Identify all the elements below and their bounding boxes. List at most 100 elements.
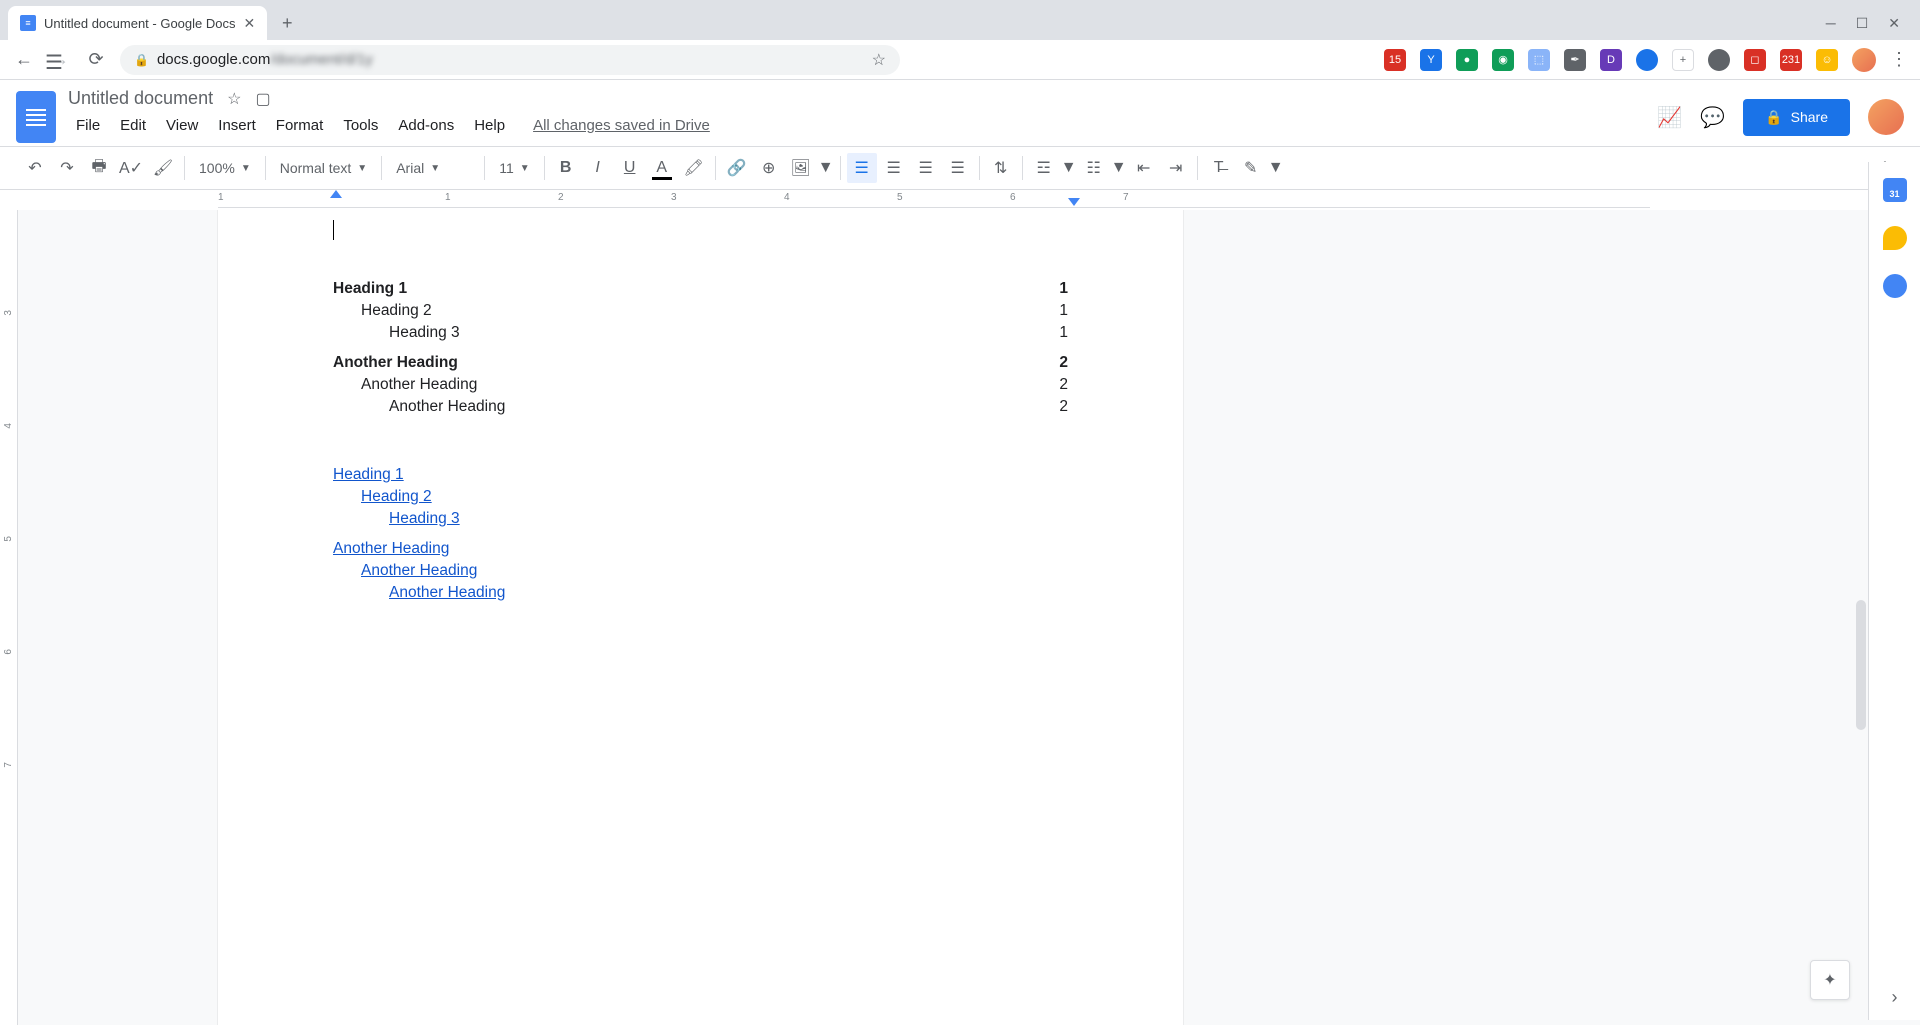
- menu-tools[interactable]: Tools: [335, 113, 386, 138]
- toc-link[interactable]: Heading 1: [333, 466, 1068, 484]
- align-center-button[interactable]: ☰: [879, 153, 909, 183]
- editing-mode-dropdown[interactable]: ▼: [1268, 153, 1284, 183]
- align-left-button[interactable]: ☰: [847, 153, 877, 183]
- toc-entry[interactable]: Another Heading2: [333, 376, 1068, 394]
- decrease-indent-button[interactable]: ⇤: [1129, 153, 1159, 183]
- clear-formatting-button[interactable]: T̶: [1204, 153, 1234, 183]
- close-tab-icon[interactable]: ✕: [243, 15, 255, 32]
- menu-format[interactable]: Format: [268, 113, 332, 138]
- redo-button[interactable]: ↷: [52, 153, 82, 183]
- menu-addons[interactable]: Add-ons: [390, 113, 462, 138]
- font-size-select[interactable]: 11▼: [491, 160, 537, 176]
- browser-menu-icon[interactable]: ⋮: [1890, 49, 1908, 70]
- align-justify-button[interactable]: ☰: [943, 153, 973, 183]
- maximize-icon[interactable]: ☐: [1856, 15, 1869, 32]
- menu-view[interactable]: View: [158, 113, 206, 138]
- toc-entry[interactable]: Heading 21: [333, 302, 1068, 320]
- reload-button[interactable]: ⟳: [84, 49, 108, 70]
- increase-indent-button[interactable]: ⇥: [1161, 153, 1191, 183]
- menu-edit[interactable]: Edit: [112, 113, 154, 138]
- spellcheck-button[interactable]: A✓: [116, 153, 146, 183]
- bookmark-star-icon[interactable]: ☆: [872, 50, 886, 70]
- extension-icon[interactable]: Y: [1420, 49, 1442, 71]
- lock-icon: 🔒: [134, 53, 149, 67]
- paint-format-button[interactable]: 🖌: [148, 153, 178, 183]
- bulleted-list-button[interactable]: ☷: [1079, 153, 1109, 183]
- extension-icon[interactable]: [1636, 49, 1658, 71]
- extension-icon[interactable]: ◉: [1492, 49, 1514, 71]
- extension-icon[interactable]: +: [1672, 49, 1694, 71]
- profile-avatar[interactable]: [1852, 48, 1876, 72]
- extension-icon[interactable]: D: [1600, 49, 1622, 71]
- scrollbar-thumb[interactable]: [1856, 600, 1866, 730]
- numbered-list-button[interactable]: ☲: [1029, 153, 1059, 183]
- indent-marker-right[interactable]: [1068, 198, 1080, 206]
- toc-entry[interactable]: Another Heading2: [333, 398, 1068, 416]
- line-spacing-button[interactable]: ⇅: [986, 153, 1016, 183]
- ruler-tick: 4: [3, 423, 14, 429]
- star-icon[interactable]: ☆: [227, 89, 241, 109]
- account-avatar[interactable]: [1868, 99, 1904, 135]
- bold-button[interactable]: B: [551, 153, 581, 183]
- text-color-button[interactable]: A: [647, 153, 677, 183]
- explore-button[interactable]: ✦: [1810, 960, 1850, 1000]
- document-page[interactable]: Heading 11 Heading 21 Heading 31 Another…: [218, 210, 1183, 1025]
- menu-help[interactable]: Help: [466, 113, 513, 138]
- document-title[interactable]: Untitled document: [68, 88, 213, 109]
- extension-icon[interactable]: 231: [1780, 49, 1802, 71]
- toc-entry[interactable]: Heading 11: [333, 280, 1068, 298]
- calendar-icon[interactable]: [1883, 178, 1907, 202]
- underline-button[interactable]: U: [615, 153, 645, 183]
- extension-icon[interactable]: 15: [1384, 49, 1406, 71]
- print-button[interactable]: 🖶: [84, 153, 114, 183]
- new-tab-button[interactable]: +: [273, 9, 301, 37]
- extension-icon[interactable]: ☺: [1816, 49, 1838, 71]
- undo-button[interactable]: ↶: [20, 153, 50, 183]
- numbered-list-dropdown[interactable]: ▼: [1061, 153, 1077, 183]
- extension-icon[interactable]: ✒: [1564, 49, 1586, 71]
- close-window-icon[interactable]: ✕: [1888, 15, 1900, 32]
- share-button[interactable]: 🔒 Share: [1743, 99, 1850, 136]
- expand-panel-icon[interactable]: ›: [1892, 987, 1898, 1008]
- vertical-ruler[interactable]: 3 4 5 6 7: [0, 210, 18, 1025]
- link-button[interactable]: 🔗: [722, 153, 752, 183]
- back-button[interactable]: ←: [12, 49, 36, 70]
- toc-link[interactable]: Heading 3: [333, 510, 1068, 528]
- extension-icon[interactable]: ◻: [1744, 49, 1766, 71]
- zoom-select[interactable]: 100%▼: [191, 160, 259, 176]
- comment-button[interactable]: ⊕: [754, 153, 784, 183]
- font-select[interactable]: Arial▼: [388, 160, 478, 176]
- bulleted-list-dropdown[interactable]: ▼: [1111, 153, 1127, 183]
- minimize-icon[interactable]: ─: [1826, 15, 1836, 32]
- extension-icon[interactable]: [1708, 49, 1730, 71]
- toc-link[interactable]: Heading 2: [333, 488, 1068, 506]
- toc-link[interactable]: Another Heading: [333, 540, 1068, 558]
- move-icon[interactable]: ▢: [255, 89, 270, 109]
- comments-icon[interactable]: 💬: [1700, 105, 1725, 130]
- browser-tab[interactable]: ≡ Untitled document - Google Docs ✕: [8, 6, 267, 40]
- editing-mode-button[interactable]: ✎: [1236, 153, 1266, 183]
- toc-entry[interactable]: Heading 31: [333, 324, 1068, 342]
- image-button[interactable]: 🖼: [786, 153, 816, 183]
- highlight-button[interactable]: 🖍: [679, 153, 709, 183]
- docs-logo[interactable]: [16, 91, 56, 143]
- activity-icon[interactable]: 📈: [1657, 105, 1682, 130]
- keep-icon[interactable]: [1883, 226, 1907, 250]
- url-bar[interactable]: 🔒 docs.google.com/document/d/1y ☆: [120, 45, 900, 75]
- menu-file[interactable]: File: [68, 113, 108, 138]
- style-select[interactable]: Normal text▼: [272, 160, 375, 176]
- indent-marker-left[interactable]: [330, 190, 342, 198]
- menu-insert[interactable]: Insert: [210, 113, 264, 138]
- toc-link[interactable]: Another Heading: [333, 562, 1068, 580]
- tasks-icon[interactable]: [1883, 274, 1907, 298]
- italic-button[interactable]: I: [583, 153, 613, 183]
- align-right-button[interactable]: ☰: [911, 153, 941, 183]
- image-dropdown[interactable]: ▼: [818, 153, 834, 183]
- toc-entry[interactable]: Another Heading2: [333, 354, 1068, 372]
- extension-icon[interactable]: ●: [1456, 49, 1478, 71]
- ruler-tick: 6: [3, 649, 14, 655]
- horizontal-ruler[interactable]: 1 1 2 3 4 5 6 7: [0, 190, 1920, 210]
- toc-link[interactable]: Another Heading: [333, 584, 1068, 602]
- save-status[interactable]: All changes saved in Drive: [533, 117, 710, 134]
- extension-icon[interactable]: ⬚: [1528, 49, 1550, 71]
